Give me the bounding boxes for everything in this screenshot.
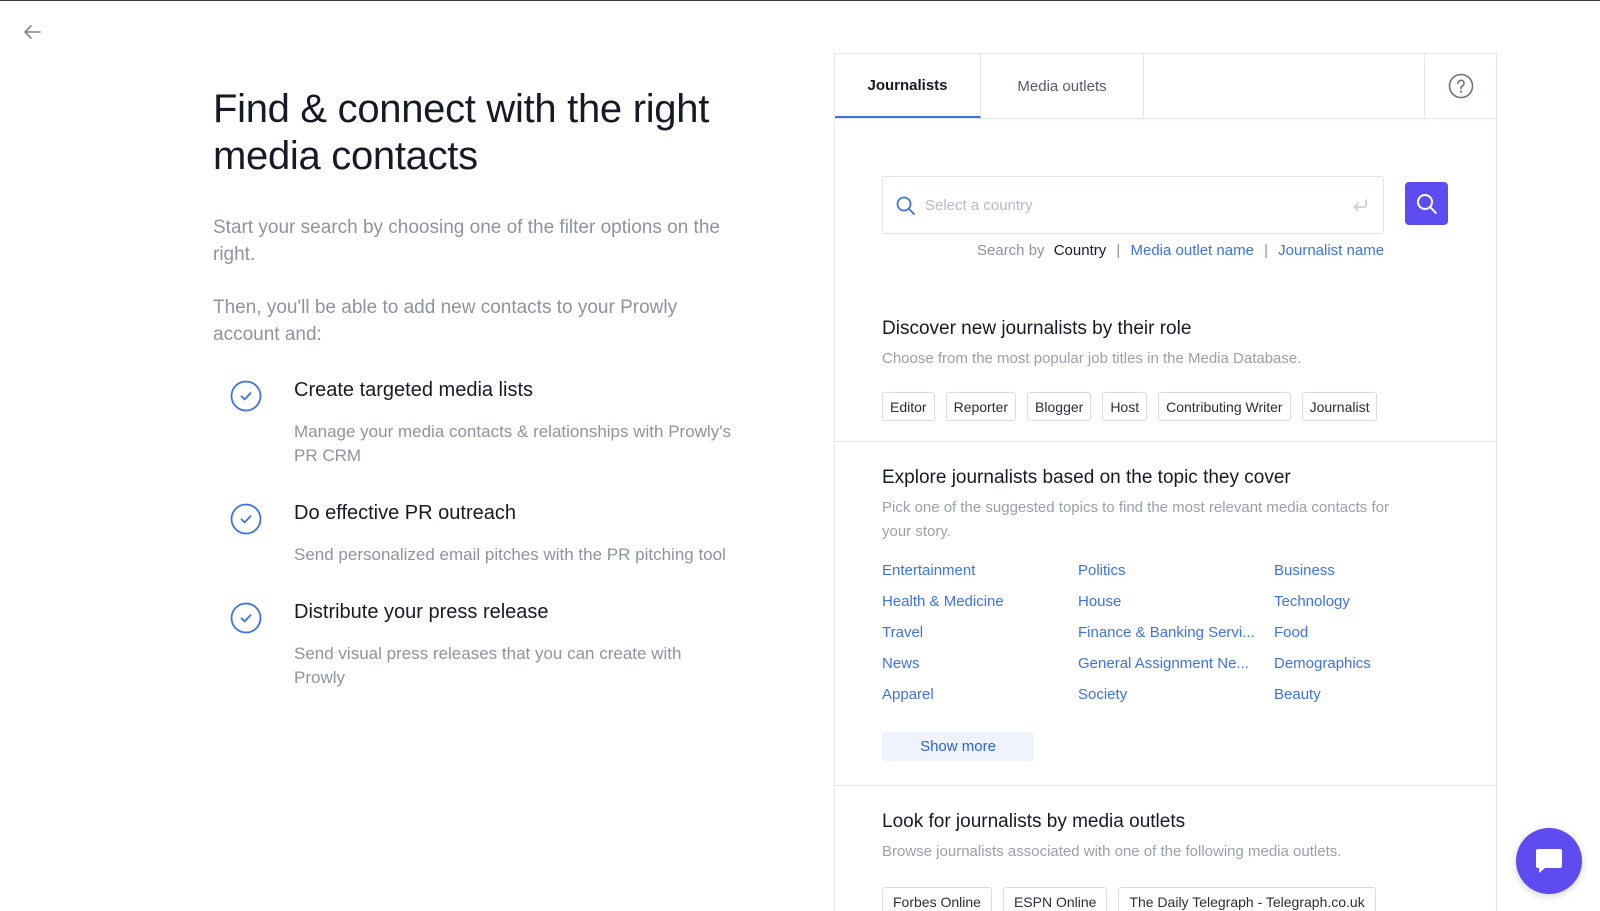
topic-link[interactable]: Finance & Banking Servi... — [1078, 622, 1258, 644]
topic-link[interactable]: Society — [1078, 684, 1258, 706]
search-by-label: Search by — [977, 242, 1045, 259]
page-title: Find & connect with the right media cont… — [213, 87, 710, 178]
topic-link[interactable]: Business — [1274, 560, 1454, 582]
topic-link[interactable]: Food — [1274, 622, 1454, 644]
role-chips: Editor Reporter Blogger Host Contributin… — [882, 392, 1388, 421]
feature-item: Distribute your press release Send visua… — [213, 598, 733, 690]
topic-link[interactable]: Health & Medicine — [882, 591, 1062, 613]
topic-link[interactable]: Apparel — [882, 684, 1062, 706]
feature-item: Create targeted media lists Manage your … — [213, 376, 733, 468]
intro-text: Start your search by choosing one of the… — [213, 217, 720, 265]
feature-description: Manage your media contacts & relationshi… — [294, 422, 731, 465]
outlet-chips: Forbes Online ESPN Online The Daily Tele… — [882, 887, 1387, 911]
role-chip[interactable]: Host — [1102, 392, 1148, 421]
search-by-options: Search by Country | Media outlet name | … — [977, 242, 1384, 259]
search-button[interactable] — [1405, 182, 1448, 225]
search-input[interactable] — [925, 193, 1325, 217]
check-circle-icon — [230, 380, 262, 412]
top-border — [0, 0, 1600, 1]
search-panel: Journalists Media outlets Search by Coun… — [834, 53, 1497, 911]
chat-launcher-button[interactable] — [1516, 828, 1582, 894]
topic-grid: Entertainment Politics Business Health &… — [882, 560, 1470, 706]
section-subtitle: Choose from the most popular job titles … — [882, 350, 1302, 367]
feature-title: Create targeted media lists — [294, 379, 534, 401]
topics-section: Explore journalists based on the topic t… — [835, 443, 1496, 786]
section-subtitle: Pick one of the suggested topics to find… — [882, 499, 1389, 540]
topic-link[interactable]: News — [882, 653, 1062, 675]
topic-link[interactable]: Politics — [1078, 560, 1258, 582]
tab-media-outlets[interactable]: Media outlets — [981, 54, 1144, 118]
topic-link[interactable]: Technology — [1274, 591, 1454, 613]
outlet-chip[interactable]: ESPN Online — [1002, 887, 1108, 911]
topic-link[interactable]: Beauty — [1274, 684, 1454, 706]
check-circle-icon — [230, 602, 262, 634]
show-more-button[interactable]: Show more — [882, 732, 1034, 761]
roles-section: Discover new journalists by their role C… — [835, 316, 1496, 442]
help-button[interactable] — [1424, 54, 1496, 118]
chat-bubble-icon — [1536, 849, 1562, 873]
separator: | — [1264, 242, 1268, 259]
feature-list: Create targeted media lists Manage your … — [213, 376, 733, 690]
search-icon — [1416, 193, 1437, 214]
role-chip[interactable]: Contributing Writer — [1158, 392, 1291, 421]
search-option-journalist-name[interactable]: Journalist name — [1278, 242, 1384, 259]
tab-journalists[interactable]: Journalists — [835, 54, 981, 118]
feature-title: Do effective PR outreach — [294, 502, 516, 524]
section-title: Discover new journalists by their role — [882, 318, 1192, 339]
back-arrow-icon[interactable] — [20, 20, 44, 44]
topic-link[interactable]: Demographics — [1274, 653, 1454, 675]
role-chip[interactable]: Journalist — [1301, 392, 1378, 421]
country-search-field[interactable] — [882, 176, 1384, 234]
role-chip[interactable]: Editor — [882, 392, 935, 421]
check-circle-icon — [230, 503, 262, 535]
search-option-country[interactable]: Country — [1054, 242, 1107, 259]
enter-return-icon — [1353, 199, 1367, 212]
outlets-section: Look for journalists by media outlets Br… — [835, 787, 1496, 911]
outlet-chip[interactable]: The Daily Telegraph - Telegraph.co.uk — [1118, 887, 1376, 911]
question-circle-icon — [1448, 73, 1473, 99]
section-subtitle: Browse journalists associated with one o… — [882, 843, 1342, 860]
feature-description: Send visual press releases that you can … — [294, 644, 682, 687]
intro-column: Find & connect with the right media cont… — [213, 86, 733, 721]
tab-bar: Journalists Media outlets — [835, 54, 1496, 119]
topic-link[interactable]: General Assignment Ne... — [1078, 653, 1258, 675]
outlet-chip[interactable]: Forbes Online — [882, 887, 992, 911]
separator: | — [1116, 242, 1121, 259]
feature-description: Send personalized email pitches with the… — [294, 545, 726, 564]
feature-title: Distribute your press release — [294, 601, 549, 623]
topic-link[interactable]: Entertainment — [882, 560, 1062, 582]
intro-text-secondary: Then, you'll be able to add new contacts… — [213, 297, 678, 345]
feature-item: Do effective PR outreach Send personaliz… — [213, 499, 733, 567]
section-title: Explore journalists based on the topic t… — [882, 467, 1291, 488]
search-option-media-outlet-name[interactable]: Media outlet name — [1131, 242, 1254, 259]
search-icon — [896, 196, 915, 215]
topic-link[interactable]: House — [1078, 591, 1258, 613]
topic-link[interactable]: Travel — [882, 622, 1062, 644]
role-chip[interactable]: Blogger — [1027, 392, 1092, 421]
role-chip[interactable]: Reporter — [945, 392, 1017, 421]
section-title: Look for journalists by media outlets — [882, 811, 1186, 832]
